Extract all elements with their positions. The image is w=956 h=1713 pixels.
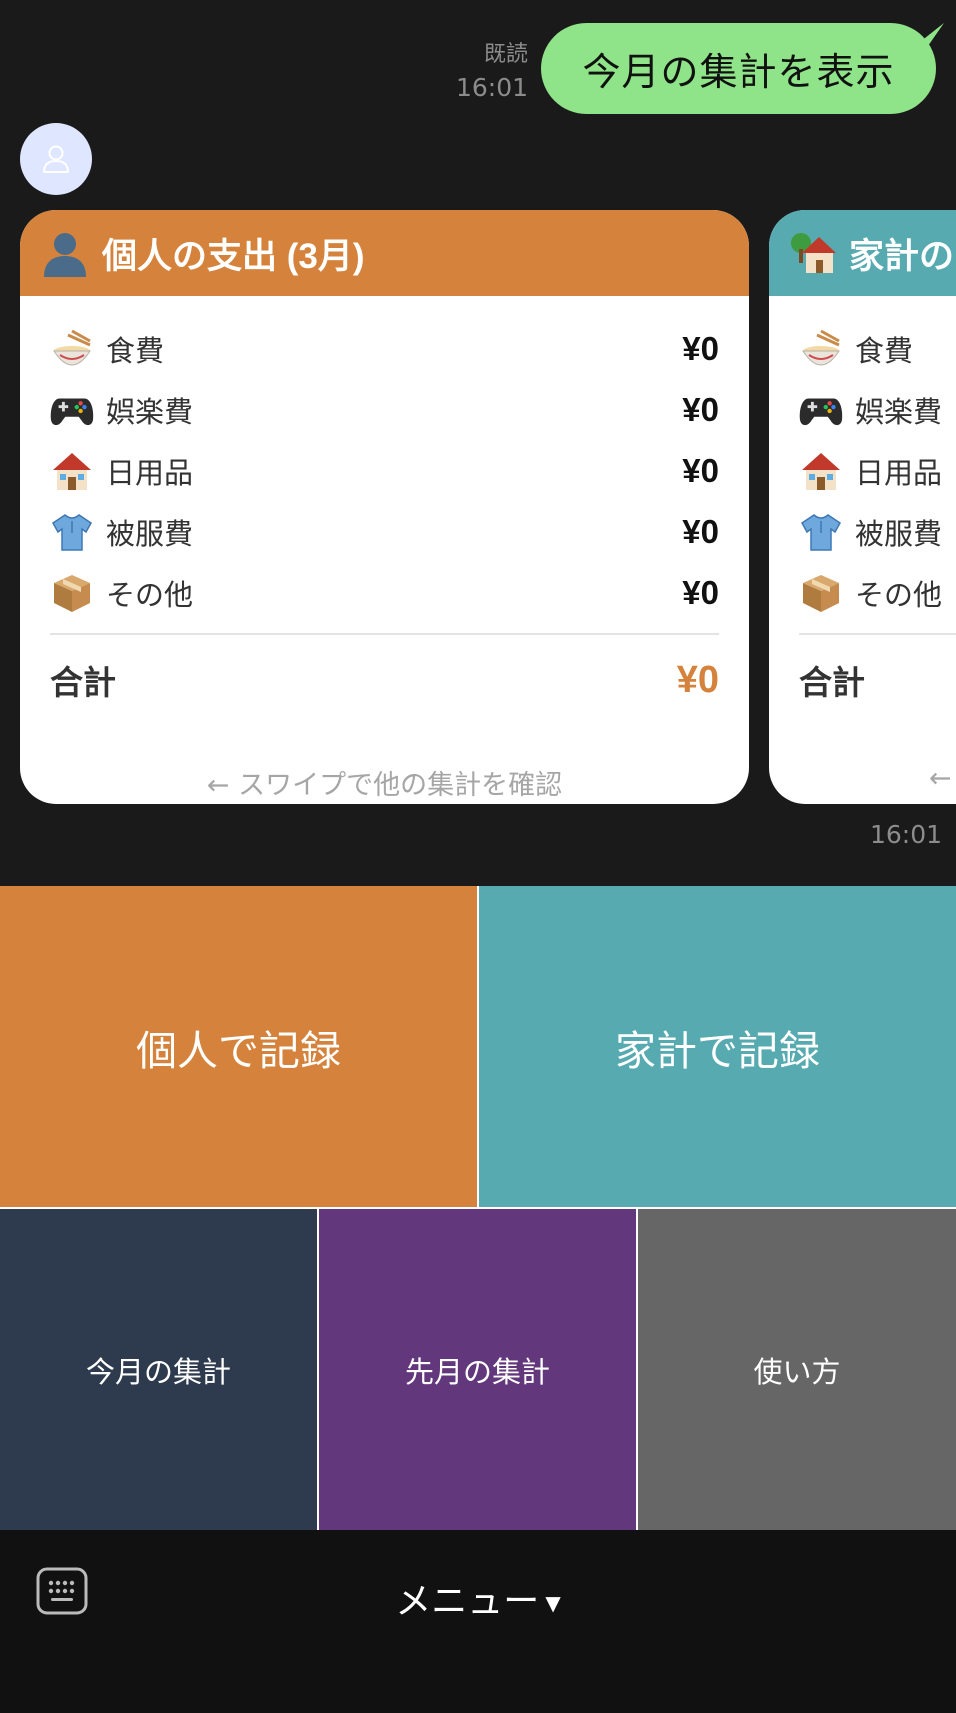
category-list: 食費 ¥0 娯楽費 ¥0 日用品 ¥0 被服費 ¥0 その他 ¥0 合計 ¥0 …: [20, 296, 749, 802]
outgoing-time: 16:01: [455, 73, 528, 102]
this-month-summary-button[interactable]: 今月の集計: [0, 1209, 317, 1530]
category-row: 娯楽費: [799, 379, 956, 440]
category-label: 食費: [855, 333, 914, 368]
category-label: 日用品: [106, 455, 194, 490]
total-row: 合計 ¥0: [50, 635, 719, 725]
card-header: 家計の: [769, 210, 956, 296]
house-icon: [799, 449, 843, 493]
category-row: 日用品 ¥0: [50, 440, 719, 501]
category-amount: ¥0: [682, 512, 719, 550]
game-controller-icon: [50, 388, 94, 432]
total-value: ¥0: [676, 658, 719, 701]
category-label: 被服費: [855, 516, 943, 551]
personal-summary-card[interactable]: 個人の支出 (3月) 食費 ¥0 娯楽費 ¥0 日用品 ¥0 被服費 ¥0 その…: [20, 210, 749, 804]
category-row: 食費: [799, 318, 956, 379]
category-label: 被服費: [106, 516, 194, 551]
noodle-bowl-icon: [799, 327, 843, 371]
swipe-hint: ←: [929, 763, 952, 794]
outgoing-message-bubble[interactable]: 今月の集計を表示: [541, 23, 936, 114]
rich-menu: 個人で記録 家計で記録 今月の集計 先月の集計 使い方: [0, 886, 956, 1530]
category-label: 食費: [106, 333, 165, 368]
last-month-summary-button[interactable]: 先月の集計: [319, 1209, 636, 1530]
category-list: 食費 娯楽費 日用品 被服費 その他 合計 ←: [769, 296, 956, 794]
menu-label: メニュー: [395, 1581, 540, 1622]
house-icon: [50, 449, 94, 493]
category-row: 被服費: [799, 501, 956, 562]
record-personal-button[interactable]: 個人で記録: [0, 886, 477, 1207]
category-amount: ¥0: [682, 329, 719, 367]
total-label: 合計: [50, 663, 116, 702]
category-row: その他: [799, 562, 956, 623]
category-row: 日用品: [799, 440, 956, 501]
category-amount: ¥0: [682, 390, 719, 428]
menu-toggle-button[interactable]: メニュー ▼: [0, 1572, 956, 1624]
category-label: その他: [106, 577, 194, 612]
category-row: 娯楽費 ¥0: [50, 379, 719, 440]
category-label: その他: [855, 577, 943, 612]
category-amount: ¥0: [682, 451, 719, 489]
user-avatar-icon: [43, 145, 69, 173]
incoming-time: 16:01: [869, 820, 942, 849]
noodle-bowl-icon: [50, 327, 94, 371]
category-row: 被服費 ¥0: [50, 501, 719, 562]
swipe-hint: ← スワイプで他の集計を確認: [206, 770, 563, 801]
total-row: 合計: [799, 635, 956, 725]
triangle-down-icon: ▼: [545, 1591, 561, 1615]
bot-avatar[interactable]: [20, 123, 92, 195]
chat-area[interactable]: 既読 16:01 今月の集計を表示 個人の支出 (3月) 食費 ¥0 娯楽費 ¥…: [0, 0, 956, 886]
total-label: 合計: [799, 663, 865, 702]
package-icon: [50, 571, 94, 615]
card-title: 個人の支出 (3月): [102, 236, 365, 276]
category-label: 娯楽費: [855, 394, 943, 429]
category-row: 食費 ¥0: [50, 318, 719, 379]
package-icon: [799, 571, 843, 615]
household-summary-card[interactable]: 家計の 食費 娯楽費 日用品 被服費 その他 合計 ←: [769, 210, 956, 804]
card-header: 個人の支出 (3月): [20, 210, 749, 296]
game-controller-icon: [799, 388, 843, 432]
bottom-bar: メニュー ▼: [0, 1530, 956, 1713]
how-to-use-button[interactable]: 使い方: [638, 1209, 956, 1530]
shirt-icon: [50, 510, 94, 554]
card-title: 家計の: [849, 236, 955, 276]
person-silhouette-icon: [40, 229, 90, 277]
outgoing-meta: 既読 16:01: [456, 40, 528, 106]
record-household-button[interactable]: 家計で記録: [479, 886, 956, 1207]
category-row: その他 ¥0: [50, 562, 719, 623]
house-garden-icon: [789, 229, 837, 277]
shirt-icon: [799, 510, 843, 554]
category-amount: ¥0: [682, 573, 719, 611]
read-status: 既読: [483, 42, 528, 67]
category-label: 娯楽費: [106, 394, 194, 429]
category-label: 日用品: [855, 455, 943, 490]
